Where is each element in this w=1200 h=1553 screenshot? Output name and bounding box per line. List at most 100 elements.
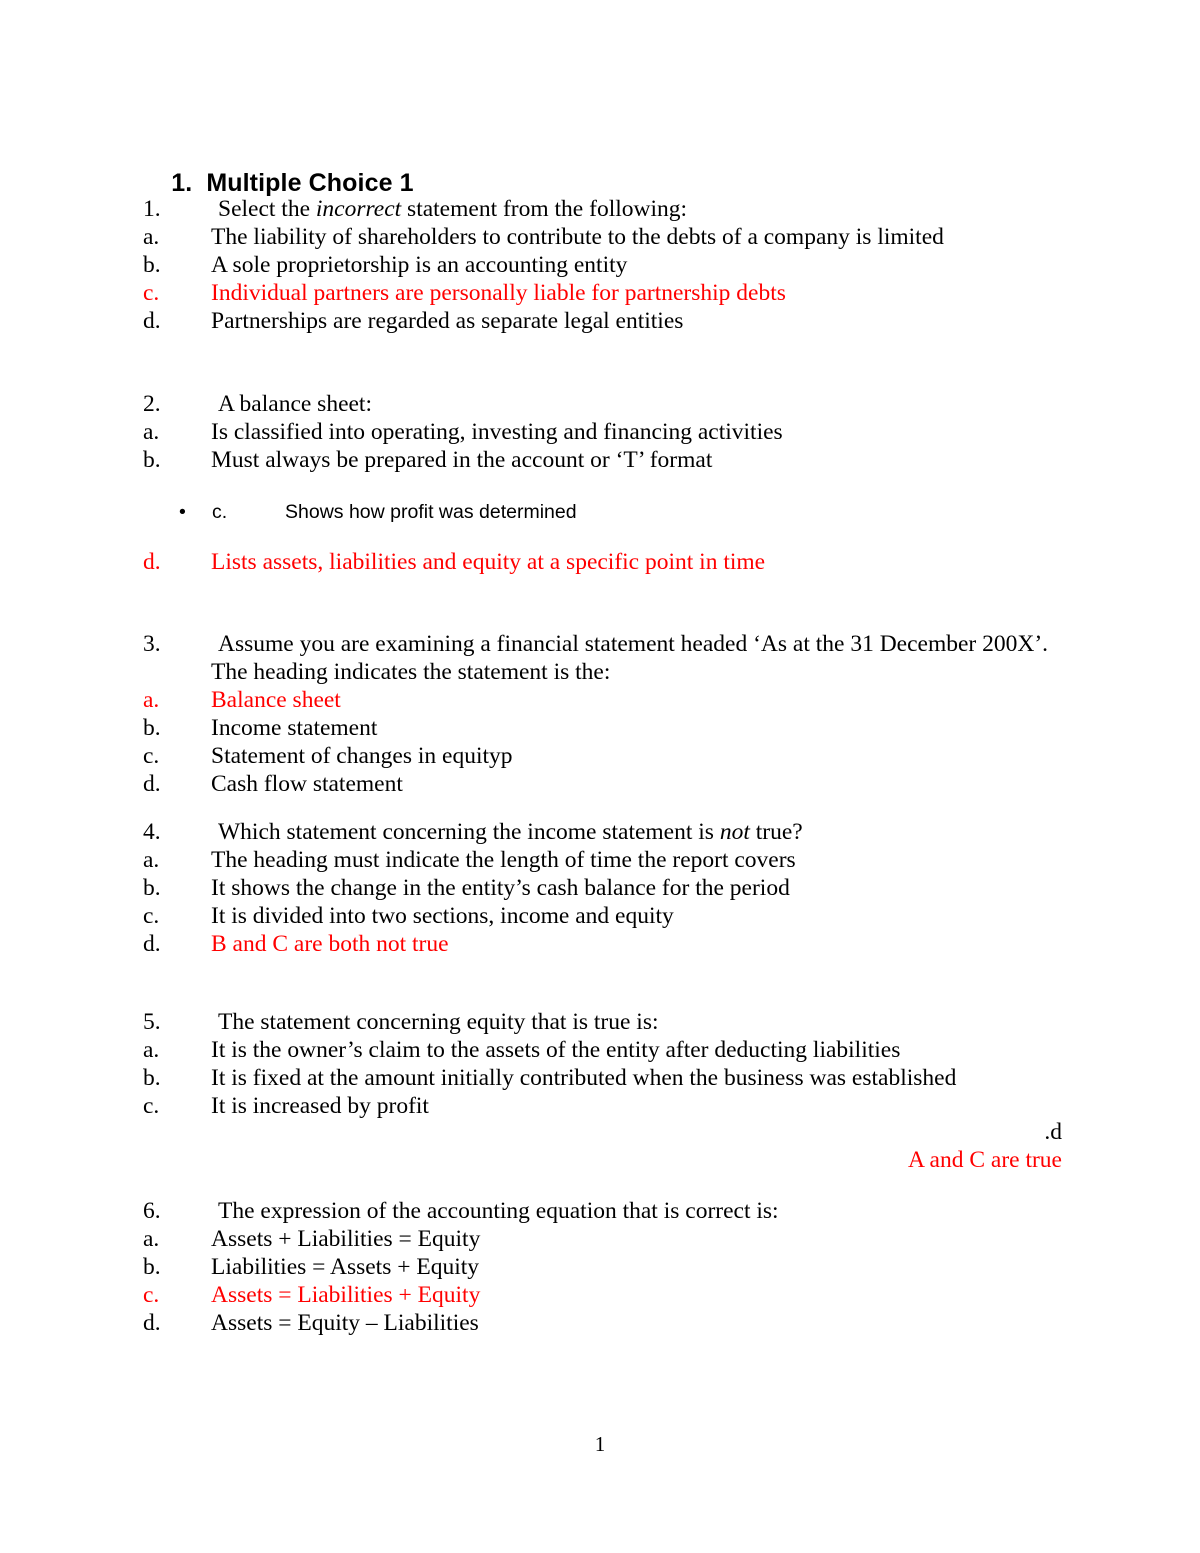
question-5: 5. The statement concerning equity that … [143,1008,1143,1120]
question-2-stem: 2. A balance sheet: [143,390,1143,418]
option-label: d. [143,1310,161,1336]
question-4-option-a[interactable]: a. The heading must indicate the length … [143,846,1143,874]
option-label: b. [143,447,161,473]
question-5-stem: 5. The statement concerning equity that … [143,1008,1143,1036]
question-4-number: 4. [143,819,161,845]
question-6-option-b[interactable]: b. Liabilities = Assets + Equity [143,1253,1143,1281]
question-2-option-c[interactable]: • c. Shows how profit was determined [143,498,577,526]
option-text: Individual partners are personally liabl… [211,280,786,306]
question-3-stem: 3. Assume you are examining a financial … [143,630,1143,658]
question-5-stem-text: The statement concerning equity that is … [218,1009,659,1035]
question-5-number: 5. [143,1009,161,1035]
option-label: b. [143,1065,161,1091]
option-label: d. [143,549,161,575]
question-3-option-a[interactable]: a. Balance sheet [143,686,1143,714]
question-3-option-b[interactable]: b. Income statement [143,714,1143,742]
question-6-number: 6. [143,1198,161,1224]
option-label: c. [212,501,228,523]
option-text: The liability of shareholders to contrib… [211,224,944,250]
option-text: Income statement [211,715,378,741]
option-label: c. [143,1093,160,1119]
option-label: c. [143,903,160,929]
option-text: Shows how profit was determined [285,501,577,523]
option-text: B and C are both not true [211,931,449,957]
option-text: A and C are true [907,1147,1062,1173]
option-label: c. [143,1282,160,1308]
option-text: Assets = Equity – Liabilities [211,1310,479,1336]
question-5-option-c[interactable]: c. It is increased by profit [143,1092,1143,1120]
option-text: Cash flow statement [211,771,403,797]
question-4-option-b[interactable]: b. It shows the change in the entity’s c… [143,874,1143,902]
question-1-option-a[interactable]: a. The liability of shareholders to cont… [143,223,1143,251]
option-label: b. [143,715,161,741]
question-2-option-d[interactable]: d. Lists assets, liabilities and equity … [143,548,1143,576]
option-text: Assets = Liabilities + Equity [211,1282,481,1308]
option-text: Liabilities = Assets + Equity [211,1254,480,1280]
question-4: 4. Which statement concerning the income… [143,818,1143,958]
stem-emphasis: not [719,819,750,845]
option-label: a. [143,1226,160,1252]
question-3-option-c[interactable]: c. Statement of changes in equityp [143,742,1143,770]
question-1-option-d[interactable]: d. Partnerships are regarded as separate… [143,307,1143,335]
option-label: .d [1044,1119,1062,1145]
option-label: a. [143,224,160,250]
option-text: Balance sheet [211,687,341,713]
option-text: A sole proprietorship is an accounting e… [211,252,628,278]
question-6-option-a[interactable]: a. Assets + Liabilities = Equity [143,1225,1143,1253]
option-text: Assets + Liabilities = Equity [211,1226,481,1252]
option-text: It shows the change in the entity’s cash… [211,875,790,901]
question-3-option-d[interactable]: d. Cash flow statement [143,770,1143,798]
footer-page-number: 1 [594,1432,606,1456]
question-2-stem-text: A balance sheet: [218,391,372,417]
stem-part-1: Which statement concerning the income st… [218,819,720,845]
question-1-option-b[interactable]: b. A sole proprietorship is an accountin… [143,251,1143,279]
option-text: Statement of changes in equityp [211,743,513,769]
question-5-option-d-label[interactable]: .d [143,1118,1062,1146]
question-1-stem: 1. Select the incorrect statement from t… [143,195,1143,223]
stem-part-1: Select the [218,196,316,222]
question-1-number: 1. [143,196,161,222]
option-label: d. [143,931,161,957]
question-2-option-d-group: d. Lists assets, liabilities and equity … [143,548,1143,576]
question-2-option-b[interactable]: b. Must always be prepared in the accoun… [143,446,1143,474]
option-label: c. [143,743,160,769]
question-3-number: 3. [143,631,161,657]
question-3-stem-line2: The heading indicates the statement is t… [143,658,1143,686]
question-4-option-d[interactable]: d. B and C are both not true [143,930,1143,958]
question-4-stem-text: Which statement concerning the income st… [218,818,1143,846]
option-text: Is classified into operating, investing … [211,419,783,445]
option-label: a. [143,1037,160,1063]
stem-part-2: true? [749,819,803,845]
option-text: It is increased by profit [211,1093,429,1119]
question-1-stem-text: Select the incorrect statement from the … [218,195,1143,223]
question-3: 3. Assume you are examining a financial … [143,630,1143,798]
question-3-stem-text: Assume you are examining a financial sta… [218,631,1049,657]
question-2: 2. A balance sheet: a. Is classified int… [143,390,1143,474]
option-label: b. [143,1254,161,1280]
page-title-text: Multiple Choice 1 [206,169,414,197]
question-6-option-d[interactable]: d. Assets = Equity – Liabilities [143,1309,1143,1337]
question-2-option-a[interactable]: a. Is classified into operating, investi… [143,418,1143,446]
option-label: a. [143,687,160,713]
option-label: c. [143,280,160,306]
question-5-option-b[interactable]: b. It is fixed at the amount initially c… [143,1064,1143,1092]
option-text: It is divided into two sections, income … [211,903,674,929]
option-label: d. [143,308,161,334]
option-text: It is the owner’s claim to the assets of… [211,1037,901,1063]
question-1: 1. Select the incorrect statement from t… [143,195,1143,335]
question-5-option-d-text[interactable]: A and C are true [143,1146,1062,1174]
document-page: 1. Multiple Choice 1 1. Select the incor… [0,0,1200,1553]
option-label: b. [143,875,161,901]
page-title-number: 1. [171,169,193,197]
bullet-icon: • [179,501,186,523]
option-text: Lists assets, liabilities and equity at … [211,549,766,575]
question-4-option-c[interactable]: c. It is divided into two sections, inco… [143,902,1143,930]
question-4-stem: 4. Which statement concerning the income… [143,818,1143,846]
option-text: The heading must indicate the length of … [211,847,796,873]
question-5-option-a[interactable]: a. It is the owner’s claim to the assets… [143,1036,1143,1064]
question-1-option-c[interactable]: c. Individual partners are personally li… [143,279,1143,307]
option-text: Must always be prepared in the account o… [211,447,713,473]
option-label: a. [143,419,160,445]
option-text: Partnerships are regarded as separate le… [211,308,684,334]
question-6-option-c[interactable]: c. Assets = Liabilities + Equity [143,1281,1143,1309]
